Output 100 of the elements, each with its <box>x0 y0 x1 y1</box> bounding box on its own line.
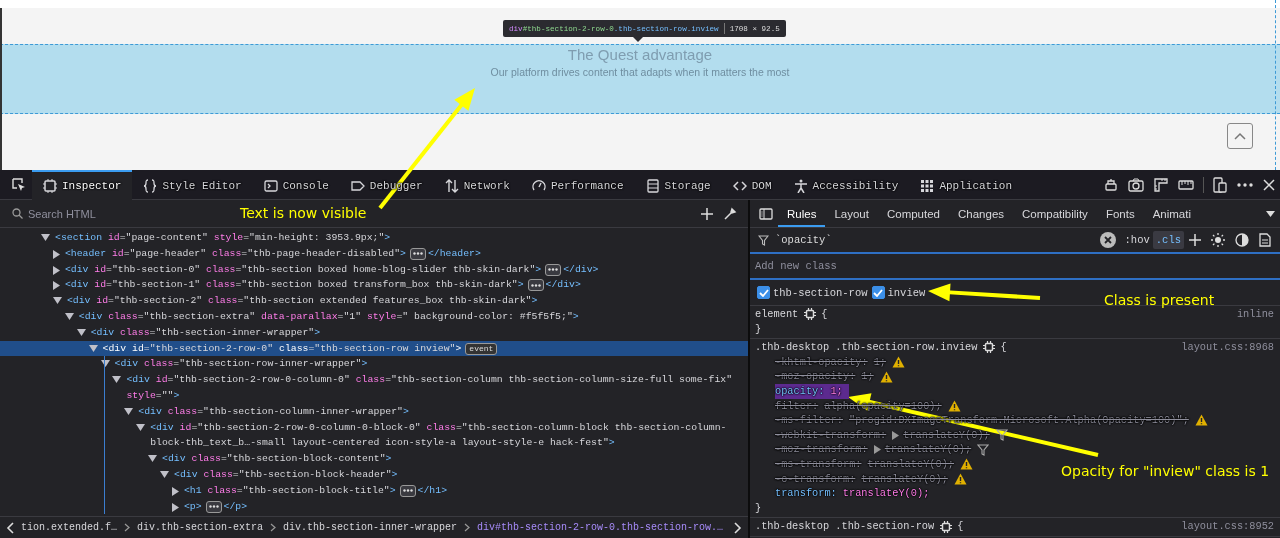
scroll-to-top-button[interactable] <box>1227 123 1253 149</box>
css-property[interactable]: filter: <box>775 398 825 414</box>
warning-icon[interactable] <box>960 458 974 471</box>
css-value[interactable]: translateY(0); <box>867 456 955 472</box>
devtools-tab[interactable]: DOM <box>721 169 783 200</box>
sidebar-tab[interactable]: Compatibility <box>1013 200 1097 227</box>
html-tag: <div class="thb-section-row-inner-wrapper"> <box>114 356 368 373</box>
tree-row[interactable]: <div class="thb-section-block-content"> <box>0 451 748 467</box>
css-property[interactable]: -moz-opacity: <box>775 369 862 384</box>
css-property[interactable]: -ms-filter: <box>775 413 849 428</box>
class-toggle-button[interactable]: .cls <box>1152 231 1184 249</box>
css-value[interactable]: translateY(0); <box>884 442 972 457</box>
close-brace: } <box>755 500 762 516</box>
breadcrumb[interactable]: div.thb-section-extra <box>137 522 264 533</box>
devtools-tab[interactable]: Application <box>909 169 1023 200</box>
filter-field[interactable]: `opacity` <box>775 234 1100 246</box>
devtools-tab[interactable]: Accessibility <box>782 169 910 200</box>
scroll-right-icon[interactable] <box>734 521 742 534</box>
hover-state-button[interactable]: :hov <box>1121 231 1153 249</box>
sidebar-tab[interactable]: Changes <box>949 200 1014 227</box>
css-property[interactable]: transform: <box>775 486 843 501</box>
warning-icon[interactable] <box>953 472 967 485</box>
tree-row[interactable]: <p> </p> <box>0 498 748 515</box>
warning-icon[interactable] <box>1194 414 1208 427</box>
tree-row[interactable]: <div id="thb-section-2-row-0-column-0-block-0" class="thb-section-column-block thb-section-column-block-thb_text_b…-small layout-centered icon-style-a layout-style-e hack-fest"> <box>0 419 748 452</box>
devtools-tab[interactable]: Inspector <box>32 169 133 200</box>
expanded-arrow-icon[interactable] <box>41 234 50 241</box>
tree-row[interactable]: <div id="thb-section-2" class="thb-section extended features_box thb-skin-dark"> <box>0 293 748 309</box>
tree-row[interactable]: <div id="thb-section-2-row-0-column-0" class="thb-section-column thb-section-column-size-full some-fix" style=""> <box>0 372 748 404</box>
rule-source[interactable]: inline <box>1236 307 1274 322</box>
section-subheading: Our platform drives content that adapts when it matters the most <box>490 66 790 78</box>
devtools-tab[interactable]: Style Editor <box>132 169 253 200</box>
collapsed-content-icon[interactable] <box>205 500 222 513</box>
node-highlight-icon[interactable] <box>804 308 817 321</box>
closing-tag: </div> <box>563 261 599 278</box>
breadcrumb[interactable]: div#thb-section-2-row-0.thb-section-row.… <box>477 522 724 533</box>
css-value[interactable]: translateY(0); <box>861 471 948 487</box>
expand-arrow-icon[interactable] <box>892 430 900 440</box>
tree-row[interactable]: <h1 class="thb-section-block-title"> </h1> <box>0 482 748 499</box>
devtools-tab[interactable]: Network <box>433 169 521 200</box>
devtools-tab[interactable]: Performance <box>520 169 635 200</box>
tree-row[interactable]: <div class="thb-section-row-inner-wrapper"> <box>0 356 748 373</box>
sidebar-tab[interactable]: Computed <box>877 200 949 227</box>
tree-row[interactable]: <div class="thb-section-extra" data-parallax="1" style=" background-color: #f5f5f5;"> <box>0 309 748 325</box>
html-tag: <div class="thb-section-inner-wrapper"> <box>90 324 321 341</box>
css-value[interactable]: 1; <box>830 383 849 399</box>
warning-icon[interactable] <box>879 370 893 383</box>
rule-source[interactable]: layout.css:8952 <box>1181 519 1274 534</box>
search-icon <box>12 208 23 219</box>
collapsed-content-icon[interactable] <box>527 279 544 292</box>
tree-row[interactable]: <header id="page-header" class="thb-page-header-disabled"> </header> <box>0 245 748 262</box>
arrows-icon <box>444 178 459 193</box>
html-tag: <div class="thb-section-extra" data-parallax="1" style=" background-color: #f5f5f5;"> <box>78 309 579 325</box>
css-property[interactable]: -khtml-opacity: <box>775 354 874 370</box>
checkbox[interactable] <box>757 286 770 299</box>
sidebar-tab[interactable]: Fonts <box>1096 200 1144 227</box>
warning-icon[interactable] <box>892 356 906 369</box>
checkbox[interactable] <box>871 286 885 299</box>
sidebar-tab[interactable]: Animati <box>1143 200 1200 227</box>
tree-row[interactable]: <section id="page-content" style="min-height: 3953.9px;"> <box>0 230 748 246</box>
tree-row[interactable]: <div id="thb-section-1" class="thb-section boxed transform_box thb-skin-dark"> </div> <box>0 277 748 294</box>
braces-icon <box>143 178 158 193</box>
breadcrumb[interactable]: tion.extended.f… <box>21 522 117 533</box>
css-value[interactable]: translateY(0); <box>903 427 990 443</box>
devtools-tab[interactable]: Storage <box>634 169 722 200</box>
tree-row[interactable]: <div class="thb-section-inner-wrapper"> <box>0 324 748 341</box>
annotation-text: Text is now visible <box>240 205 367 221</box>
event-badge[interactable]: event <box>465 342 498 355</box>
open-brace: { <box>821 307 828 322</box>
class-name: inview <box>887 286 926 299</box>
collapsed-content-icon[interactable] <box>409 247 426 260</box>
collapsed-content-icon[interactable] <box>399 484 416 497</box>
node-highlight-icon[interactable] <box>983 341 996 354</box>
add-class-field[interactable]: Add new class <box>755 260 1280 272</box>
filter-icon[interactable] <box>995 429 1008 442</box>
css-value[interactable]: 1; <box>861 369 874 384</box>
sidebar-tab[interactable]: Rules <box>778 200 826 227</box>
node-highlight-icon[interactable] <box>940 520 953 533</box>
tree-row[interactable]: <div id="thb-section-0" class="thb-section boxed home-blog-slider thb-skin-dark"> </div> <box>0 261 748 278</box>
scroll-left-icon[interactable] <box>6 521 14 534</box>
warning-icon[interactable] <box>947 399 961 412</box>
sidebar-tab[interactable]: Layout <box>825 200 878 227</box>
collapsed-content-icon[interactable] <box>545 263 562 276</box>
html-tag: <div class="thb-section-block-content"> <box>162 451 392 467</box>
html-tag: <p> <box>183 498 202 515</box>
html-tag: <div id="thb-section-2-row-0-column-0-block-0" class="thb-section-column-block thb-section-column-block-thb_text_b…-small layout-centered icon-style-a layout-style-e hack-fest"> <box>150 419 744 452</box>
tree-row[interactable]: <div id="thb-section-2-row-0" class="thb-section-row inview"> event <box>0 340 748 357</box>
devtools-tab[interactable]: Console <box>252 169 340 200</box>
css-value[interactable]: 1; <box>873 354 887 370</box>
tree-row[interactable]: <div class="thb-section-block-header"> <box>0 466 748 483</box>
css-property[interactable]: opacity: <box>775 383 831 399</box>
css-value[interactable]: translateY(0); <box>842 486 930 501</box>
frame-icon <box>43 178 57 193</box>
tree-row[interactable]: <div class="thb-section-column-inner-wrapper"> <box>0 403 748 420</box>
clear-icon[interactable] <box>1099 232 1116 248</box>
expand-arrow-icon[interactable] <box>873 445 881 455</box>
breadcrumb[interactable]: div.thb-section-inner-wrapper <box>283 522 458 533</box>
css-property[interactable]: -webkit-transform: <box>775 427 893 443</box>
rule-source[interactable]: layout.css:8968 <box>1181 340 1274 355</box>
filter-icon[interactable] <box>977 443 990 456</box>
